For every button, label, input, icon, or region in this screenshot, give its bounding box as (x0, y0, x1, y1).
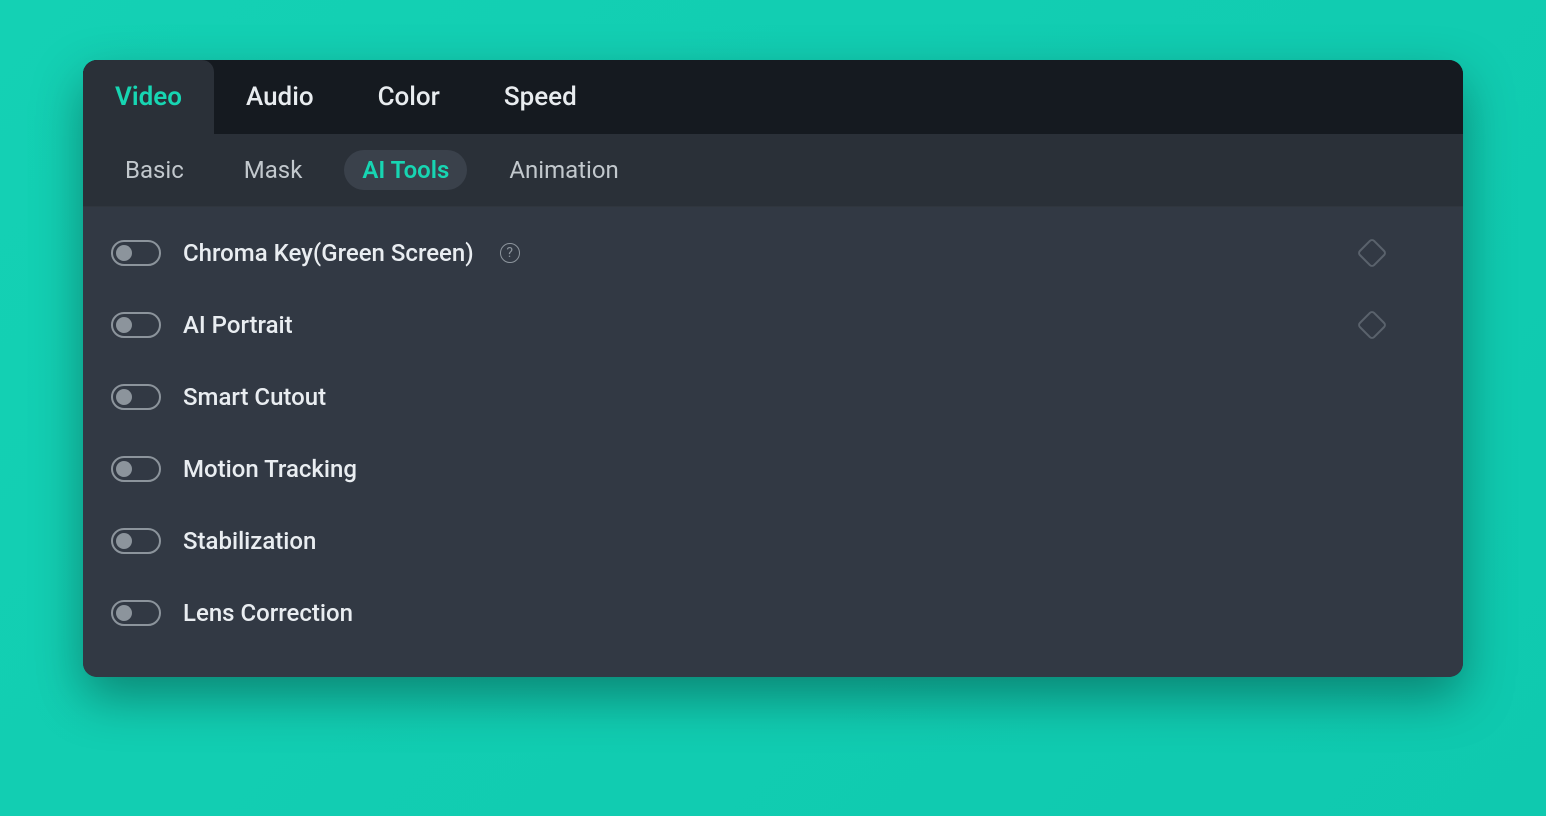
toggle-chroma-key[interactable] (111, 240, 161, 266)
tab-video[interactable]: Video (83, 60, 214, 134)
properties-panel: Video Audio Color Speed Basic Mask AI To… (83, 60, 1463, 677)
toggle-lens-correction[interactable] (111, 600, 161, 626)
option-stabilization: Stabilization (83, 505, 1463, 577)
tab-color[interactable]: Color (346, 60, 472, 134)
toggle-knob (116, 605, 132, 621)
toggle-ai-portrait[interactable] (111, 312, 161, 338)
primary-tabs: Video Audio Color Speed (83, 60, 1463, 134)
toggle-smart-cutout[interactable] (111, 384, 161, 410)
subtab-label: AI Tools (362, 156, 449, 184)
subtab-label: Animation (509, 156, 618, 184)
options-list: Chroma Key(Green Screen) ? AI Portrait S… (83, 207, 1463, 677)
toggle-knob (116, 461, 132, 477)
tab-label: Speed (504, 82, 577, 112)
option-chroma-key: Chroma Key(Green Screen) ? (83, 217, 1463, 289)
subtab-ai-tools[interactable]: AI Tools (344, 150, 467, 190)
keyframe-icon[interactable] (1356, 237, 1387, 268)
toggle-knob (116, 533, 132, 549)
subtab-basic[interactable]: Basic (107, 150, 202, 190)
toggle-stabilization[interactable] (111, 528, 161, 554)
option-label: Chroma Key(Green Screen) (183, 239, 474, 267)
option-label: Motion Tracking (183, 455, 357, 483)
option-motion-tracking: Motion Tracking (83, 433, 1463, 505)
toggle-knob (116, 389, 132, 405)
subtab-label: Mask (244, 156, 303, 184)
toggle-knob (116, 245, 132, 261)
secondary-tabs: Basic Mask AI Tools Animation (83, 134, 1463, 207)
tab-audio[interactable]: Audio (214, 60, 346, 134)
subtab-mask[interactable]: Mask (226, 150, 321, 190)
option-label: Stabilization (183, 527, 316, 555)
tab-label: Audio (246, 82, 314, 112)
toggle-knob (116, 317, 132, 333)
option-label: Smart Cutout (183, 383, 326, 411)
tab-label: Color (378, 82, 440, 112)
option-label: Lens Correction (183, 599, 353, 627)
option-ai-portrait: AI Portrait (83, 289, 1463, 361)
subtab-label: Basic (125, 156, 184, 184)
option-label: AI Portrait (183, 311, 293, 339)
keyframe-icon[interactable] (1356, 309, 1387, 340)
tab-label: Video (115, 82, 182, 112)
option-lens-correction: Lens Correction (83, 577, 1463, 649)
help-icon[interactable]: ? (500, 243, 520, 263)
toggle-motion-tracking[interactable] (111, 456, 161, 482)
option-smart-cutout: Smart Cutout (83, 361, 1463, 433)
tab-speed[interactable]: Speed (472, 60, 609, 134)
subtab-animation[interactable]: Animation (491, 150, 636, 190)
